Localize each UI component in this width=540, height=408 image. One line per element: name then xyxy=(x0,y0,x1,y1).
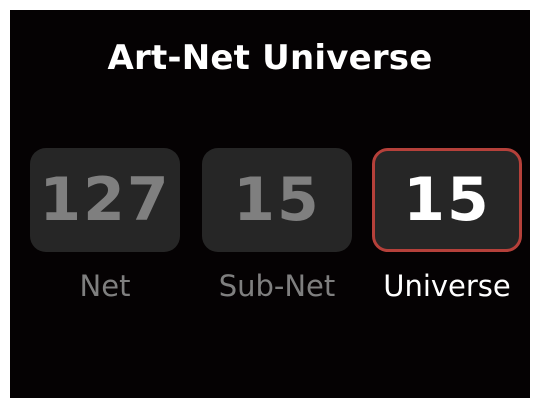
subnet-label: Sub-Net xyxy=(218,269,336,303)
device-screen: Art-Net Universe 127 Net 15 Sub-Net 15 U… xyxy=(10,10,530,398)
page-title: Art-Net Universe xyxy=(107,38,433,78)
subnet-value[interactable]: 15 xyxy=(202,148,352,252)
net-field[interactable]: 127 Net xyxy=(30,148,180,303)
universe-field[interactable]: 15 Universe xyxy=(372,148,522,303)
net-label: Net xyxy=(79,269,131,303)
universe-label: Universe xyxy=(383,269,511,303)
net-value[interactable]: 127 xyxy=(30,148,180,252)
subnet-field[interactable]: 15 Sub-Net xyxy=(202,148,352,303)
universe-value[interactable]: 15 xyxy=(372,148,522,252)
